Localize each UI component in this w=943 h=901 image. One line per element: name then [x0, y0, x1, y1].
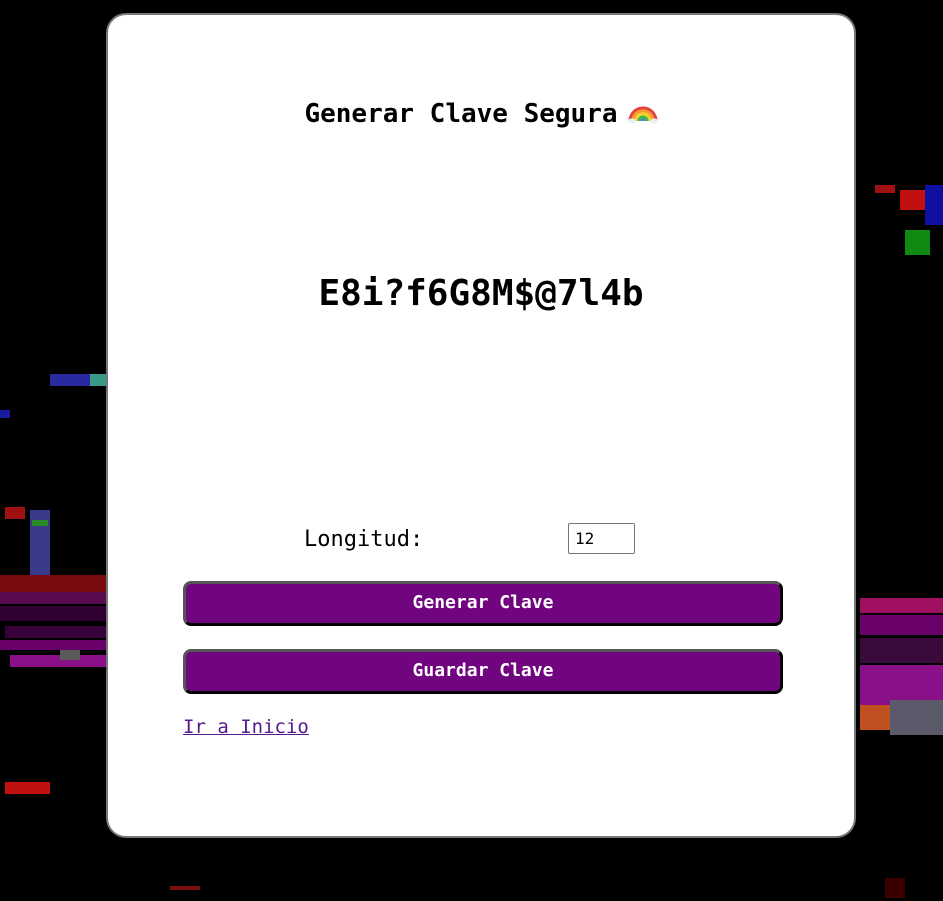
- length-input[interactable]: [568, 523, 635, 554]
- rainbow-icon: [627, 106, 658, 124]
- length-label: Longitud:: [304, 527, 424, 552]
- generated-password: E8i?f6G8M$@7l4b: [318, 273, 644, 314]
- save-password-button[interactable]: Guardar Clave: [183, 649, 783, 694]
- password-generator-card: Generar Clave Segura E8i?f6G8M$@7l4b Lon…: [106, 13, 856, 838]
- page-title-text: Generar Clave Segura: [304, 99, 618, 129]
- length-row: Longitud:: [304, 523, 644, 555]
- home-link[interactable]: Ir a Inicio: [183, 716, 309, 738]
- generate-password-button[interactable]: Generar Clave: [183, 581, 783, 626]
- page-title: Generar Clave Segura: [108, 95, 854, 129]
